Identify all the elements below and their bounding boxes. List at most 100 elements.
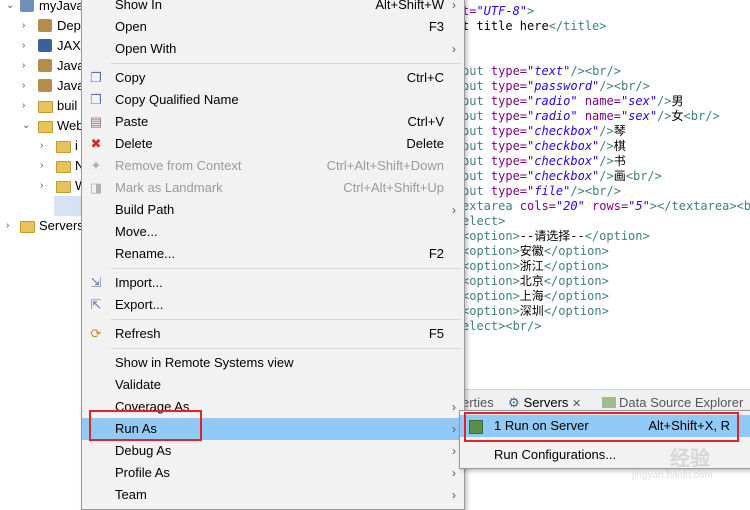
chevron-right-icon[interactable]: › xyxy=(22,16,32,36)
menu-separator xyxy=(111,319,461,320)
chevron-right-icon[interactable]: › xyxy=(40,176,50,196)
submenu-arrow-icon: › xyxy=(452,0,456,12)
code-line: put type="checkbox"/>琴 xyxy=(462,124,626,139)
tree-item-label: Servers xyxy=(39,218,82,233)
code-line: <option>--请选择--</option> xyxy=(462,229,650,244)
remove-context-icon: ✦ xyxy=(90,158,102,173)
tree-item[interactable]: › W xyxy=(0,176,82,196)
code-token: elect> xyxy=(462,214,506,228)
project-icon xyxy=(20,0,34,12)
menu-item-label: Delete xyxy=(115,136,153,151)
delete-icon: ✖ xyxy=(90,136,102,151)
menu-item-label: Paste xyxy=(115,114,149,129)
menu-item-move[interactable]: Move... xyxy=(82,221,464,243)
chevron-down-icon[interactable]: ⌄ xyxy=(6,0,16,16)
tab-servers-label: Servers xyxy=(523,395,569,410)
code-token: extarea xyxy=(462,199,520,213)
tree-item[interactable]: › JAX xyxy=(0,36,82,56)
code-line: put type="text"/><br/> xyxy=(462,64,621,79)
chevron-right-icon[interactable]: › xyxy=(22,76,32,96)
tree-item[interactable]: › Java xyxy=(0,76,82,96)
tree-item[interactable]: › N xyxy=(0,156,82,176)
menu-item-profile-as[interactable]: Profile As › xyxy=(82,462,464,484)
code-line: <option>深圳</option> xyxy=(462,304,609,319)
code-token: <br/> xyxy=(683,109,720,123)
code-token: 书 xyxy=(613,154,626,168)
code-token: 琴 xyxy=(613,124,626,138)
close-icon[interactable]: ✕ xyxy=(572,398,581,410)
code-token: "checkbox" xyxy=(527,139,600,153)
refresh-icon: ⟳ xyxy=(90,326,102,341)
chevron-right-icon[interactable]: › xyxy=(6,216,16,236)
tree-selection-highlight xyxy=(54,196,82,216)
tree-item[interactable]: › i xyxy=(0,136,82,156)
submenu-arrow-icon: › xyxy=(452,400,456,414)
submenu-item-label: Run Configurations... xyxy=(494,447,617,462)
menu-item-export[interactable]: ⇱ Export... xyxy=(82,294,464,316)
menu-item-copy[interactable]: ❐ Copy Ctrl+C xyxy=(82,67,464,89)
code-editor[interactable]: t="UTF-8"> t title here</title> put type="… xyxy=(462,0,750,382)
chevron-right-icon[interactable]: › xyxy=(22,56,32,76)
chevron-right-icon[interactable]: › xyxy=(40,156,50,176)
submenu-arrow-icon: › xyxy=(452,422,456,436)
code-token: "UTF-8" xyxy=(476,4,528,18)
code-token: name= xyxy=(584,109,621,123)
code-token: put xyxy=(462,109,491,123)
menu-item-open-with[interactable]: Open With › xyxy=(82,38,464,60)
chevron-right-icon[interactable]: › xyxy=(22,36,32,56)
tab-data-source-explorer-label: Data Source Explorer xyxy=(619,395,744,410)
landmark-icon: ◨ xyxy=(89,180,103,195)
menu-item-delete[interactable]: ✖ Delete Delete xyxy=(82,133,464,155)
menu-item-debug-as[interactable]: Debug As › xyxy=(82,440,464,462)
tree-item[interactable]: › Dep xyxy=(0,16,82,36)
tree-item[interactable]: › Servers xyxy=(0,216,82,236)
tree-item[interactable]: › buil xyxy=(0,96,82,116)
code-line: put type="checkbox"/>画<br/> xyxy=(462,169,662,184)
code-token: put xyxy=(462,79,491,93)
submenu-arrow-icon: › xyxy=(452,488,456,502)
menu-item-build-path[interactable]: Build Path › xyxy=(82,199,464,221)
code-token: type= xyxy=(490,64,528,78)
code-token: "file" xyxy=(527,184,571,198)
code-line: put type="password"/><br/> xyxy=(462,79,650,94)
chevron-right-icon[interactable]: › xyxy=(22,96,32,116)
chevron-down-icon[interactable]: ⌄ xyxy=(22,116,32,136)
code-token: </option> xyxy=(543,274,609,288)
code-token: t title here xyxy=(462,19,549,33)
menu-item-label: Rename... xyxy=(115,246,175,261)
code-token: </title> xyxy=(548,19,607,33)
code-token: type= xyxy=(490,94,528,108)
menu-item-show-in[interactable]: Show In Alt+Shift+W › xyxy=(82,0,464,16)
menu-item-refresh[interactable]: ⟳ Refresh F5 xyxy=(82,323,464,345)
code-line: t="UTF-8"> xyxy=(462,4,534,19)
code-token: ></textarea><br/ xyxy=(649,199,750,213)
code-token: 画 xyxy=(613,169,626,183)
menu-item-team[interactable]: Team › xyxy=(82,484,464,506)
menu-item-rename[interactable]: Rename... F2 xyxy=(82,243,464,265)
chevron-right-icon[interactable]: › xyxy=(40,136,50,156)
export-icon: ⇱ xyxy=(90,297,102,312)
code-token: "radio" xyxy=(527,109,585,123)
code-token: 棋 xyxy=(613,139,626,153)
menu-item-import[interactable]: ⇲ Import... xyxy=(82,272,464,294)
menu-item-shortcut: Delete xyxy=(406,136,444,151)
code-token: cols= xyxy=(519,199,556,213)
code-token: put xyxy=(462,139,491,153)
folder-icon xyxy=(56,141,71,153)
code-token: "checkbox" xyxy=(527,169,600,183)
menu-item-validate[interactable]: Validate xyxy=(82,374,464,396)
menu-item-label: Validate xyxy=(115,377,162,392)
menu-item-paste[interactable]: ▤ Paste Ctrl+V xyxy=(82,111,464,133)
menu-item-copy-qualified-name[interactable]: ❐ Copy Qualified Name xyxy=(82,89,464,111)
menu-item-label: Copy xyxy=(115,70,146,85)
code-line: put type="checkbox"/>棋 xyxy=(462,139,626,154)
tree-item[interactable]: › Java xyxy=(0,56,82,76)
code-token: "checkbox" xyxy=(527,124,600,138)
code-line: extarea cols="20" rows="5"></textarea><b… xyxy=(462,199,750,214)
menu-item-open[interactable]: Open F3 xyxy=(82,16,464,38)
tree-item[interactable]: ⌄ myJava xyxy=(0,0,82,16)
menu-item-show-in-remote-systems-view[interactable]: Show in Remote Systems view xyxy=(82,352,464,374)
menu-item-shortcut: Ctrl+C xyxy=(406,70,444,85)
tree-item[interactable]: ⌄ Web xyxy=(0,116,82,136)
menu-item-label: Open With xyxy=(115,41,177,56)
